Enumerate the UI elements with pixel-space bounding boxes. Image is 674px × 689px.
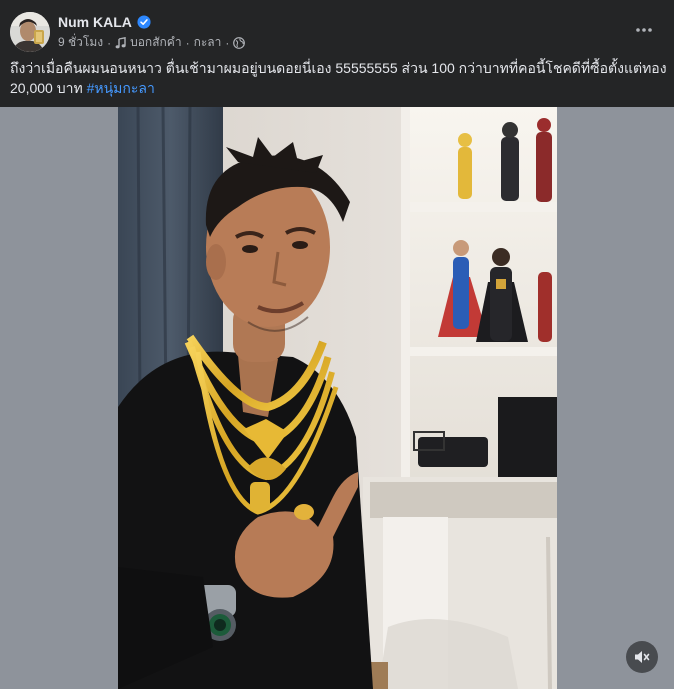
post-photo[interactable]	[118, 107, 557, 689]
meta-separator-3: ·	[225, 35, 230, 50]
meta-separator: ·	[107, 35, 112, 50]
caption-line-2-text: 20,000 บาท	[10, 80, 83, 96]
caption-line-2: 20,000 บาท #หนุ่มกะลา	[10, 78, 660, 98]
hashtag-link[interactable]: #หนุ่มกะลา	[87, 80, 155, 96]
globe-icon[interactable]	[233, 36, 246, 49]
photo-illustration	[118, 107, 557, 689]
author-line: Num KALA	[58, 13, 151, 31]
caption-line-1: ถึงว่าเมื่อคืนผมนอนหนาว ตื่นเช้ามาผมอยู่…	[10, 60, 667, 76]
post-caption: ถึงว่าเมื่อคืนผมนอนหนาว ตื่นเช้ามาผมอยู่…	[10, 58, 667, 98]
author-name[interactable]: Num KALA	[58, 14, 132, 30]
music-note-icon	[115, 36, 126, 48]
post-header: Num KALA 9 ชั่วโมง · บอกสักคำ · กะลา ·	[10, 10, 664, 54]
facebook-post: Num KALA 9 ชั่วโมง · บอกสักคำ · กะลา · ถ…	[0, 0, 674, 689]
meta-separator-2: ·	[185, 35, 190, 50]
post-time[interactable]: 9 ชั่วโมง	[58, 33, 103, 52]
music-artist[interactable]: กะลา	[194, 33, 222, 52]
post-meta: 9 ชั่วโมง · บอกสักคำ · กะลา ·	[58, 33, 246, 52]
more-options-icon	[636, 28, 652, 32]
verified-badge-icon	[137, 15, 151, 29]
author-avatar[interactable]	[10, 12, 50, 52]
speaker-muted-icon	[635, 651, 650, 663]
post-media[interactable]	[0, 107, 674, 689]
mute-button[interactable]	[626, 641, 658, 673]
avatar-image	[10, 12, 50, 52]
more-options-button[interactable]	[630, 16, 658, 44]
music-title[interactable]: บอกสักคำ	[130, 33, 181, 52]
